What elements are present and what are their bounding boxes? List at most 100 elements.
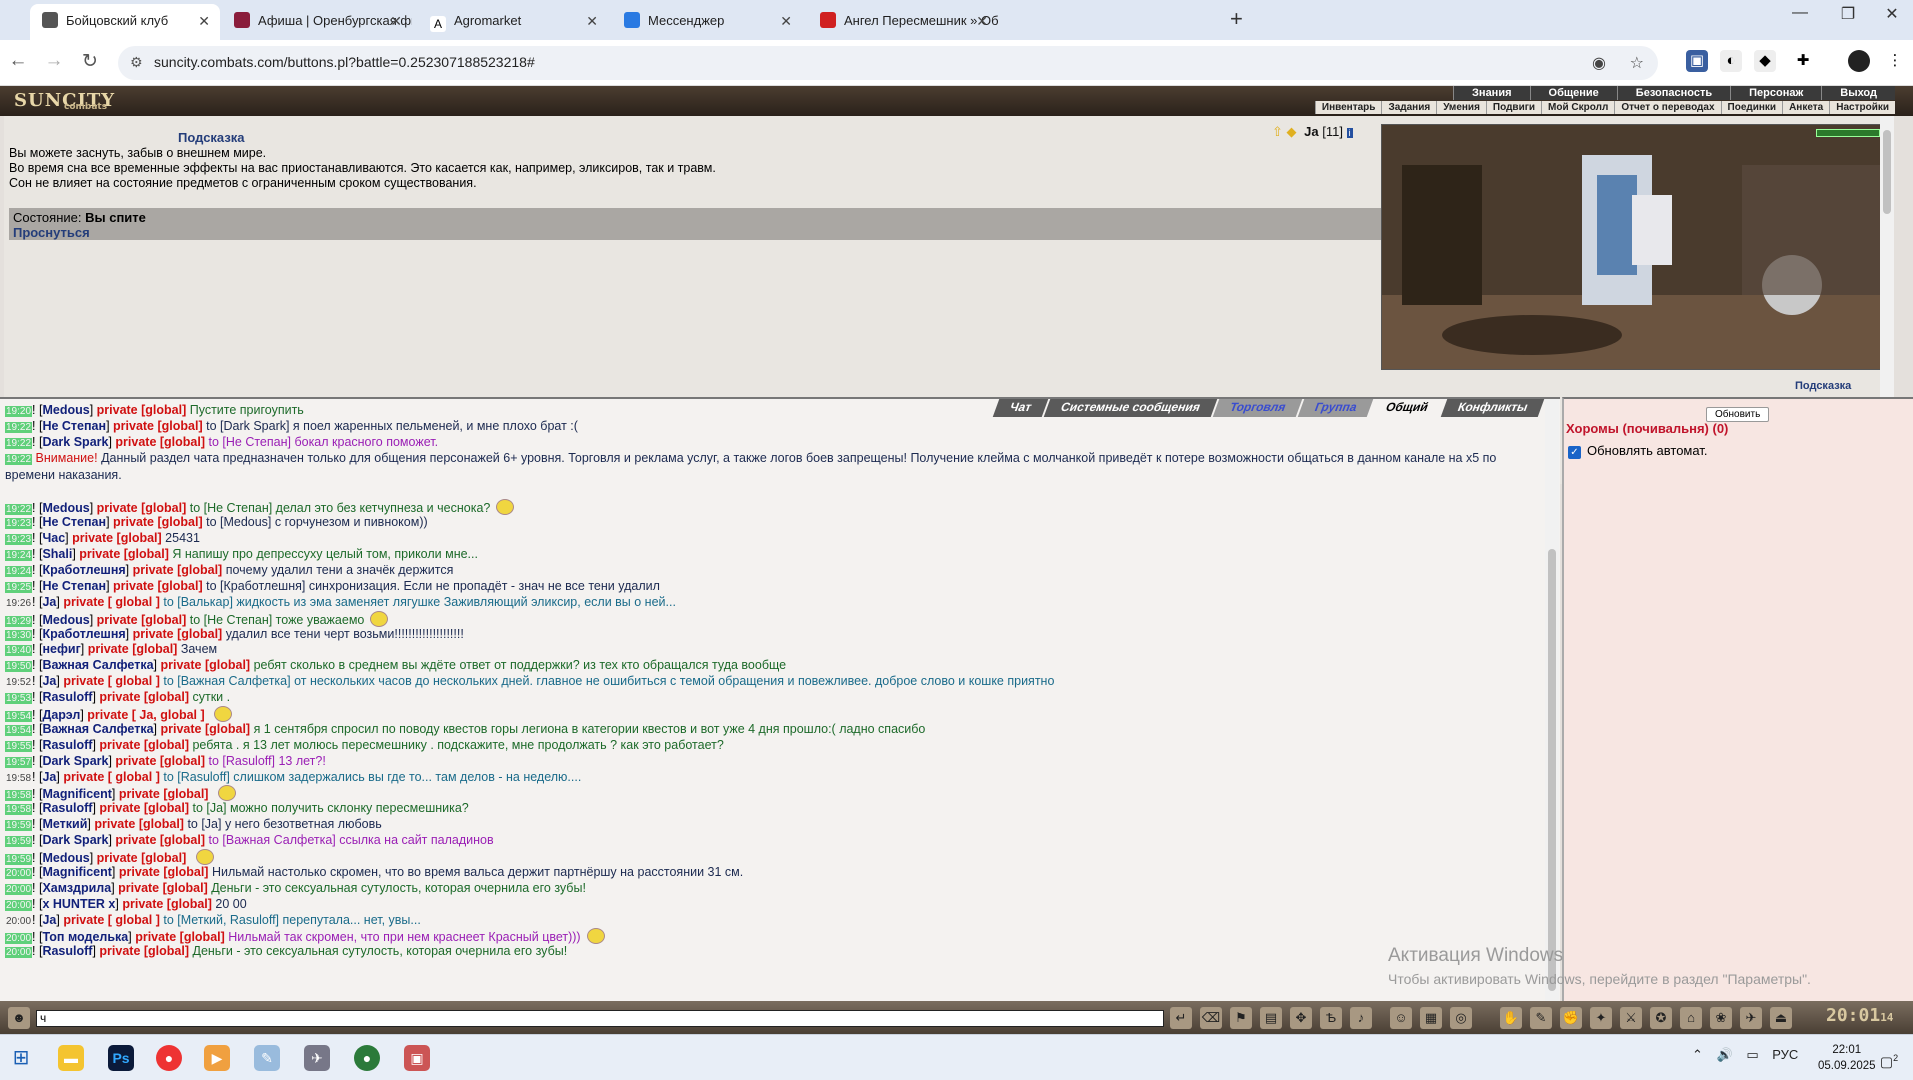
extension-icon[interactable]: ▣ (1686, 50, 1708, 72)
chrome-icon[interactable]: ● (156, 1045, 182, 1071)
notification-icon[interactable]: ▢2 (1876, 1045, 1902, 1071)
message-channel[interactable]: private [global] (99, 738, 189, 752)
message-nick[interactable]: Важная Салфетка (42, 722, 153, 736)
clock[interactable]: 22:01 05.09.2025 (1818, 1042, 1876, 1074)
refresh-button[interactable]: Обновить (1706, 407, 1770, 422)
message-channel[interactable]: private [global] (118, 881, 208, 895)
room-hint-link[interactable]: Подсказка (1795, 380, 1851, 392)
chat-input[interactable]: ч (36, 1010, 1164, 1027)
message-channel[interactable]: private [global] (115, 833, 205, 847)
move-icon[interactable]: ✥ (1290, 1007, 1312, 1029)
message-channel[interactable]: private [global] (97, 613, 187, 627)
message-nick[interactable]: Shali (42, 547, 72, 561)
message-channel[interactable]: private [global] (133, 627, 223, 641)
message-time[interactable]: 19:22 (5, 421, 33, 433)
message-nick[interactable]: Magnificent (42, 865, 111, 879)
tab-messenger[interactable]: Мессенджер ✕ (612, 4, 802, 40)
message-channel[interactable]: private [ global ] (63, 913, 160, 927)
message-time[interactable]: 19:50 (5, 661, 33, 673)
submenu-transfers[interactable]: Отчет о переводах (1614, 101, 1720, 114)
message-channel[interactable]: private [global] (97, 403, 187, 417)
submenu-duels[interactable]: Поединки (1720, 101, 1783, 114)
message-time[interactable]: 20:00 (5, 916, 32, 927)
action-icon[interactable]: ✊ (1560, 1007, 1582, 1029)
chat-scrollbar[interactable] (1545, 399, 1559, 1001)
translit-icon[interactable]: Ѣ (1320, 1007, 1342, 1029)
message-nick[interactable]: x HUNTER x (42, 897, 115, 911)
exit-icon[interactable]: ⏏ (1770, 1007, 1792, 1029)
message-nick[interactable]: Dark Spark (42, 833, 108, 847)
message-time[interactable]: 19:23 (5, 518, 33, 530)
app-icon[interactable]: ✎ (254, 1045, 280, 1071)
message-time[interactable]: 19:52 (5, 677, 32, 688)
message-nick[interactable]: Dark Spark (42, 435, 108, 449)
reload-button[interactable]: ↻ (78, 50, 102, 73)
message-channel[interactable]: private [ global ] (63, 674, 160, 688)
message-time[interactable]: 19:20 (5, 406, 33, 417)
message-channel[interactable]: private [global] (113, 419, 203, 433)
message-nick[interactable]: Дарэл (42, 708, 80, 722)
message-nick[interactable]: Ja (42, 770, 56, 784)
submenu-skills[interactable]: Умения (1436, 101, 1486, 114)
message-time[interactable]: 19:29 (5, 615, 33, 627)
message-nick[interactable]: Rasuloff (42, 738, 92, 752)
player-name[interactable]: Ja (1304, 124, 1318, 139)
message-nick[interactable]: Medous (42, 613, 89, 627)
message-time[interactable]: 19:22 (5, 437, 33, 449)
message-time[interactable]: 19:55 (5, 740, 33, 752)
message-time[interactable]: 19:53 (5, 693, 33, 705)
menu-character[interactable]: Персонаж (1730, 86, 1822, 100)
message-channel[interactable]: private [global] (115, 754, 205, 768)
disc-icon[interactable]: ◎ (1450, 1007, 1472, 1029)
message-channel[interactable]: private [global] (115, 435, 205, 449)
app-icon[interactable]: ▣ (404, 1045, 430, 1071)
language-indicator[interactable]: РУС (1772, 1047, 1798, 1062)
message-time[interactable]: 19:22 (5, 453, 33, 465)
message-nick[interactable]: Ja (42, 913, 56, 927)
message-time[interactable]: 20:00 (5, 933, 33, 945)
message-time[interactable]: 19:59 (5, 853, 33, 865)
message-channel[interactable]: private [global] (94, 817, 184, 831)
message-nick[interactable]: Ja (42, 595, 56, 609)
message-channel[interactable]: private [global] (160, 722, 250, 736)
message-time[interactable]: 19:58 (5, 804, 33, 816)
message-nick[interactable]: Важная Салфетка (42, 658, 153, 672)
action-icon[interactable]: ✋ (1500, 1007, 1522, 1029)
action-icon[interactable]: ✪ (1650, 1007, 1672, 1029)
message-nick[interactable]: Magnificent (42, 787, 111, 801)
network-icon[interactable]: ▭ (1746, 1047, 1758, 1062)
message-time[interactable]: 19:58 (5, 773, 32, 784)
chrome-active-icon[interactable]: ● (354, 1045, 380, 1071)
message-time[interactable]: 19:58 (5, 790, 33, 802)
message-channel[interactable]: private [global] (135, 930, 225, 944)
message-channel[interactable]: private [global] (99, 801, 189, 815)
chevron-up-icon[interactable]: ⌃ (1692, 1047, 1703, 1062)
message-time[interactable]: 19:57 (5, 756, 33, 768)
info-icon[interactable]: i (1346, 128, 1353, 138)
close-window-button[interactable]: ✕ (1872, 4, 1912, 24)
message-channel[interactable]: private [global] (79, 547, 169, 561)
submenu-scroll[interactable]: Мой Скролл (1541, 101, 1614, 114)
send-icon[interactable]: ↵ (1170, 1007, 1192, 1029)
menu-icon[interactable]: ⋮ (1884, 50, 1906, 72)
checkbox-icon[interactable]: ✓ (1568, 446, 1581, 459)
action-icon[interactable]: ✦ (1590, 1007, 1612, 1029)
message-channel[interactable]: private [global] (97, 501, 187, 515)
message-nick[interactable]: Топ моделька (42, 930, 128, 944)
auto-update-checkbox[interactable]: ✓ Обновлять автомат. (1568, 443, 1707, 459)
tab-afisha[interactable]: Афиша | Оренбургская филар...✕ (222, 4, 412, 40)
message-nick[interactable]: Кработлешня (42, 563, 125, 577)
puzzle-icon[interactable]: ✚ (1792, 50, 1814, 72)
message-time[interactable]: 20:00 (5, 883, 33, 895)
message-channel[interactable]: private [global] (72, 531, 162, 545)
message-channel[interactable]: private [global] (88, 642, 178, 656)
message-nick[interactable]: Хамздрила (42, 881, 111, 895)
message-nick[interactable]: Rasuloff (42, 944, 92, 958)
smile-icon[interactable]: ☺ (1390, 1007, 1412, 1029)
minimize-button[interactable]: — (1780, 4, 1820, 22)
menu-knowledge[interactable]: Знания (1453, 86, 1530, 100)
submenu-quests[interactable]: Задания (1381, 101, 1436, 114)
close-icon[interactable]: ✕ (976, 4, 988, 38)
eye-off-icon[interactable]: ◉ (1592, 53, 1606, 73)
close-icon[interactable]: ✕ (586, 4, 598, 38)
